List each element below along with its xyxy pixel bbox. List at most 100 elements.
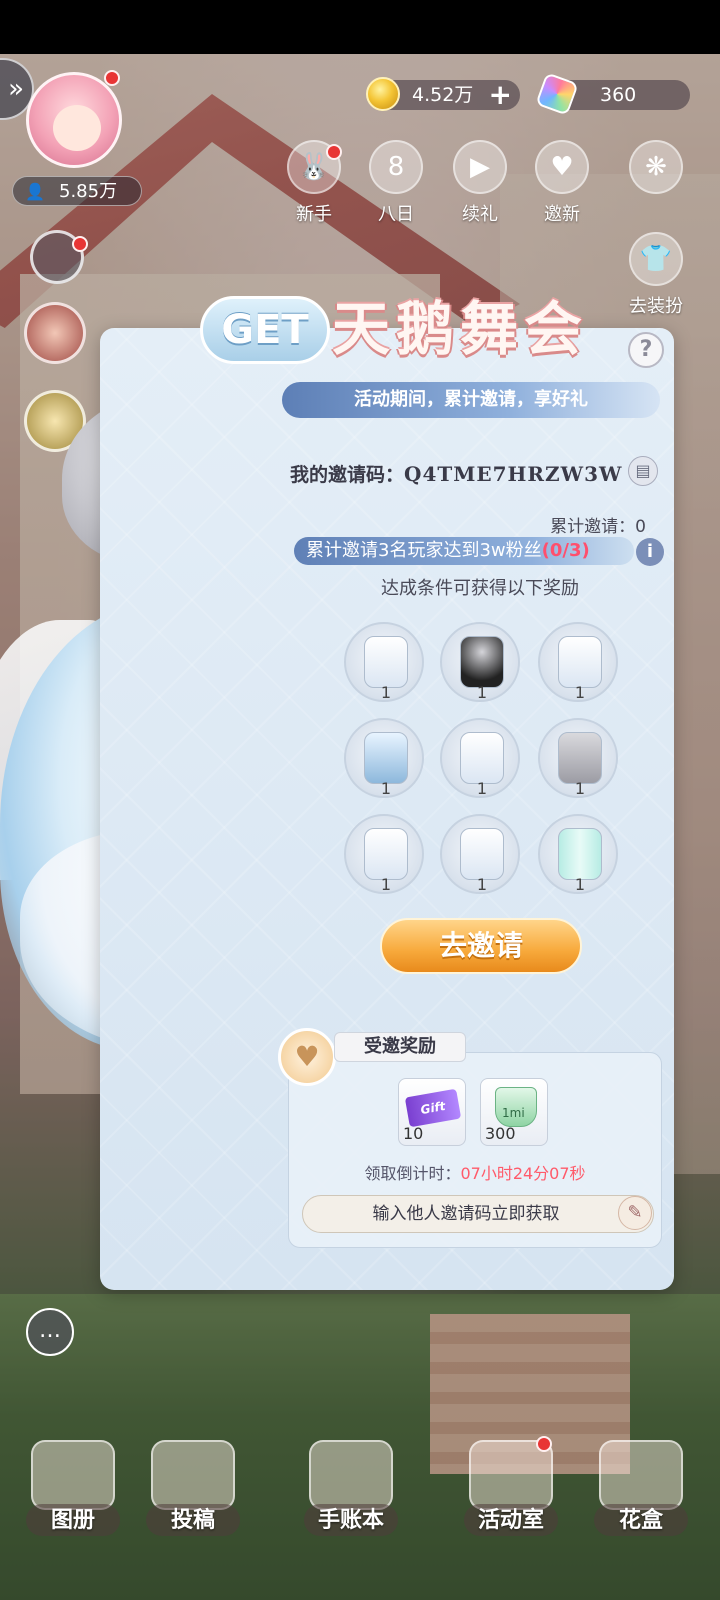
status-bar [0,0,720,54]
notification-dot [72,236,88,252]
album-icon [31,1440,115,1510]
invited-reward-item[interactable]: 1mi 300 [480,1078,548,1146]
event-title: 天鹅舞会 [332,295,589,363]
fans-count: 5.85万 [59,181,118,202]
reward-item[interactable]: 1 [344,718,424,798]
fans-count-pill: 👤 5.85万 [12,176,142,206]
bottom-nav-activity-room[interactable]: 活动室 [456,1440,566,1536]
bottom-nav-flower-box[interactable]: 花盒 [586,1440,696,1536]
countdown-time: 07小时24分07秒 [460,1164,586,1183]
coin-amount: 4.52万 [412,84,474,106]
reward-item[interactable]: 1 [344,622,424,702]
top-icon-continuous-gift[interactable]: ▶ 续礼 [442,140,518,226]
reward-note: 达成条件可获得以下奖励 [381,578,579,599]
item-qty: 10 [403,1124,424,1143]
info-icon[interactable]: i [636,538,664,566]
pearl-hairpins-icon [460,732,504,784]
coin-icon [366,77,400,111]
flower-icon: ❋ [629,140,683,194]
gem-balance[interactable]: 360 [535,72,690,116]
gem-amount: 360 [600,84,637,106]
silver-boots-icon [558,732,602,784]
crystal-heels-icon [364,732,408,784]
invite-code-label: 我的邀请码： [290,464,405,486]
reward-qty: 1 [574,875,586,894]
reward-qty: 1 [574,683,586,702]
copy-icon[interactable]: ▤ [628,456,658,486]
chat-button[interactable]: … [26,1308,74,1356]
help-button[interactable]: ? [628,332,664,368]
get-badge: GET [200,296,330,364]
speech-bubble-icon: … [39,1318,61,1343]
video-icon: ▶ [453,140,507,194]
gem-cake-icon: 1mi [495,1087,537,1127]
bottom-nav-label: 手账本 [304,1504,398,1536]
silver-hair-icon [460,636,504,688]
crystal-wings-icon [558,828,602,880]
eight-icon: 8 [369,140,423,194]
double-chevron-icon: » [8,74,24,104]
reward-item[interactable]: 1 [440,718,520,798]
reward-item[interactable]: 1 [440,622,520,702]
progress-count: (0/3) [541,540,590,561]
reward-qty: 1 [476,875,488,894]
swan-dress-icon [364,636,408,688]
top-icon-label: 邀新 [544,204,580,225]
white-wings-icon [460,828,504,880]
flower-box-icon [599,1440,683,1510]
top-icon-label: 八日 [378,204,414,225]
invite-code-row: 我的邀请码：Q4TME7HRZW3W [290,460,670,494]
bottom-nav-label: 图册 [26,1504,120,1536]
reward-item[interactable]: 1 [344,814,424,894]
item-qty: 300 [485,1124,516,1143]
invited-reward-tab: 受邀奖励 [334,1032,466,1062]
accumulated-invites: 累计邀请：0 [550,517,646,537]
reward-qty: 1 [574,779,586,798]
bottom-nav-label: 花盒 [594,1504,688,1536]
notification-dot [326,144,342,160]
reward-qty: 1 [380,779,392,798]
reward-qty: 1 [380,875,392,894]
countdown-label: 领取倒计时： [364,1164,461,1183]
top-icon-label: 新手 [296,204,332,225]
invite-progress-bar: 累计邀请3名玩家达到3w粉丝(0/3) [294,537,634,565]
avatar-face [53,105,101,151]
feather-corsage-icon [364,828,408,880]
flower-menu-button[interactable]: ❋ [618,140,694,200]
reward-qty: 1 [476,779,488,798]
enter-invite-code-field[interactable]: 输入他人邀请码立即获取 [302,1195,654,1233]
invited-reward-item[interactable]: Gift 10 [398,1078,466,1146]
reward-item[interactable]: 1 [538,622,618,702]
bottom-nav-label: 投稿 [146,1504,240,1536]
reward-qty: 1 [476,683,488,702]
player-avatar[interactable] [26,72,122,168]
go-invite-button[interactable]: 去邀请 [380,918,582,974]
gift-ticket-icon: Gift [404,1088,462,1128]
event-subtitle: 活动期间，累计邀请，享好礼 [282,382,660,418]
reward-item[interactable]: 1 [538,814,618,894]
journal-icon [309,1440,393,1510]
feather-tiara-icon [558,636,602,688]
top-icon-label: 续礼 [462,204,498,225]
gem-cake-label: 1mi [502,1106,525,1120]
quill-icon[interactable]: ✎ [618,1196,652,1230]
bottom-nav-label: 活动室 [464,1504,558,1536]
progress-text: 累计邀请3名玩家达到3w粉丝 [306,540,542,561]
invite-code: Q4TME7HRZW3W [404,462,623,486]
question-icon: ? [639,337,653,362]
hearts-icon: ♥ [535,140,589,194]
friend-avatar[interactable] [24,302,86,364]
top-icon-eight-days[interactable]: 8 八日 [358,140,434,226]
notification-dot [104,70,120,86]
bottom-nav-journal[interactable]: 手账本 [296,1440,406,1536]
coin-balance[interactable]: 4.52万 + [366,77,520,111]
reward-item[interactable]: 1 [440,814,520,894]
reward-item[interactable]: 1 [538,718,618,798]
claim-countdown: 领取倒计时：07小时24分07秒 [290,1160,660,1184]
top-icon-invite-new[interactable]: ♥ 邀新 [524,140,600,226]
add-coins-icon[interactable]: + [489,80,512,110]
bottom-nav-album[interactable]: 图册 [18,1440,128,1536]
event-title-banner: GET 天鹅舞会 [200,282,640,368]
reward-qty: 1 [380,683,392,702]
bottom-nav-submit[interactable]: 投稿 [138,1440,248,1536]
